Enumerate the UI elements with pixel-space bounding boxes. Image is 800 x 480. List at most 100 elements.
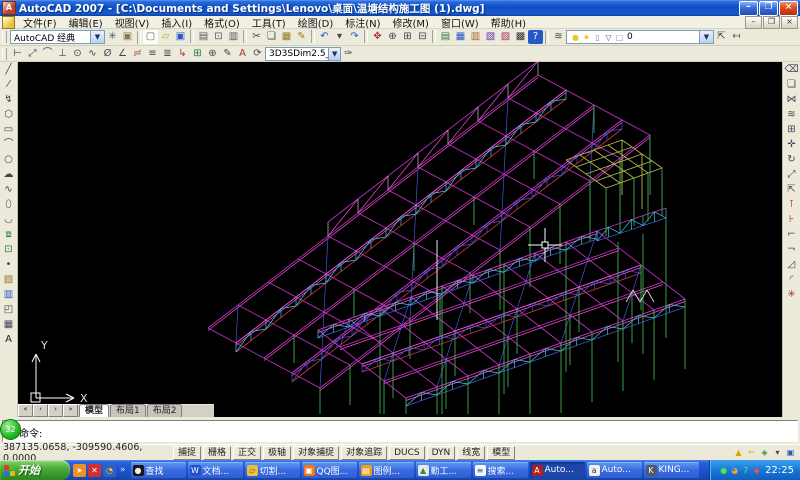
toolbar-grip[interactable]	[2, 31, 7, 43]
spline-icon[interactable]: ∿	[1, 182, 17, 197]
copy-icon[interactable]: ❏	[264, 30, 279, 44]
task-button-2[interactable]: ▱切割...	[245, 462, 300, 478]
new-icon[interactable]: ▢	[143, 30, 158, 44]
restore-button[interactable]: ❐	[759, 1, 778, 16]
insert-block-icon[interactable]: ⧈	[1, 227, 17, 242]
circle-icon[interactable]: ○	[1, 152, 17, 167]
next-tab-button[interactable]: ›	[48, 404, 63, 417]
linear-dimension-icon[interactable]: ⊢	[10, 47, 25, 61]
overlay-badge[interactable]: 32	[0, 419, 21, 440]
standards-notification-icon[interactable]: ▲	[732, 447, 745, 458]
prev-tab-button[interactable]: ‹	[33, 404, 48, 417]
workspace-save-icon[interactable]: ▣	[120, 30, 135, 44]
layer-freeze-sun-icon[interactable]: ☀	[581, 32, 592, 43]
ordinate-dimension-icon[interactable]: ⊥	[55, 47, 70, 61]
workspace-settings-icon[interactable]: ✳	[105, 30, 120, 44]
menu-item-9[interactable]: 窗口(W)	[435, 15, 485, 30]
sheet-set-manager-icon[interactable]: ▧	[483, 30, 498, 44]
revision-cloud-icon[interactable]: ☁	[1, 167, 17, 182]
task-button-6[interactable]: ≡搜索...	[473, 462, 528, 478]
mdi-minimize-button[interactable]: –	[745, 16, 762, 29]
status-toggle-3[interactable]: 极轴	[263, 446, 291, 460]
menu-item-4[interactable]: 格式(O)	[198, 15, 246, 30]
last-tab-button[interactable]: »	[63, 404, 78, 417]
quicklaunch-media-icon[interactable]: ✕	[88, 464, 101, 477]
menu-item-7[interactable]: 标注(N)	[339, 15, 386, 30]
layer-properties-manager-icon[interactable]: ≋	[551, 30, 566, 44]
layer-lock-icon[interactable]: ▯	[592, 32, 603, 43]
multiline-text-icon[interactable]: A	[1, 332, 17, 347]
angular-dimension-icon[interactable]: ∠	[115, 47, 130, 61]
layer-previous-icon[interactable]: ↤	[729, 30, 744, 44]
task-button-9[interactable]: KKING...	[644, 462, 699, 478]
task-button-8[interactable]: aAuto...	[587, 462, 642, 478]
explode-icon[interactable]: ✳	[784, 287, 800, 302]
copy-object-icon[interactable]: ❏	[784, 77, 800, 92]
table-icon[interactable]: ▦	[1, 317, 17, 332]
tab-1[interactable]: 布局1	[110, 404, 146, 417]
offset-icon[interactable]: ≋	[784, 107, 800, 122]
arc-length-dimension-icon[interactable]: ⌒	[40, 47, 55, 61]
chevron-down-icon[interactable]: ▼	[90, 31, 104, 43]
open-icon[interactable]: ▱	[158, 30, 173, 44]
jogged-dimension-icon[interactable]: ∿	[85, 47, 100, 61]
quicklaunch-downloader-icon[interactable]: ➤	[73, 464, 86, 477]
dim-style-combo[interactable]: 3D3SDim2.5_2X ▼	[265, 47, 341, 61]
communication-center-icon[interactable]: ◈	[758, 447, 771, 458]
quickcalc-icon[interactable]: ▩	[513, 30, 528, 44]
ellipse-arc-icon[interactable]: ◡	[1, 212, 17, 227]
menu-item-10[interactable]: 帮助(H)	[485, 15, 532, 30]
tray-arrow-icon[interactable]: ▾	[771, 447, 784, 458]
publish-icon[interactable]: ▥	[226, 30, 241, 44]
polyline-icon[interactable]: ↯	[1, 92, 17, 107]
break-at-point-icon[interactable]: ⌐	[784, 227, 800, 242]
menu-item-1[interactable]: 编辑(E)	[63, 15, 109, 30]
zoom-previous-icon[interactable]: ⊟	[415, 30, 430, 44]
point-icon[interactable]: •	[1, 257, 17, 272]
dimension-text-edit-icon[interactable]: A	[235, 47, 250, 61]
match-properties-icon[interactable]: ✎	[294, 30, 309, 44]
center-mark-icon[interactable]: ⊕	[205, 47, 220, 61]
radius-dimension-icon[interactable]: ⊙	[70, 47, 85, 61]
task-button-4[interactable]: ▤图例...	[359, 462, 414, 478]
chevron-down-icon[interactable]: ▼	[328, 48, 340, 60]
plot-icon[interactable]: ▤	[196, 30, 211, 44]
status-toggle-5[interactable]: 对象追踪	[341, 446, 387, 460]
make-object-layer-current-icon[interactable]: ⇱	[714, 30, 729, 44]
scale-icon[interactable]: ⤢	[784, 167, 800, 182]
array-icon[interactable]: ⊞	[784, 122, 800, 137]
markup-set-manager-icon[interactable]: ▨	[498, 30, 513, 44]
fillet-icon[interactable]: ◜	[784, 272, 800, 287]
mdi-restore-button[interactable]: ❐	[763, 16, 780, 29]
tray-av-icon[interactable]: ◆	[751, 465, 762, 476]
pan-realtime-icon[interactable]: ✥	[370, 30, 385, 44]
mirror-icon[interactable]: ⋈	[784, 92, 800, 107]
continue-dimension-icon[interactable]: ≣	[160, 47, 175, 61]
clean-screen-icon[interactable]: ▣	[784, 447, 797, 458]
diameter-dimension-icon[interactable]: Ø	[100, 47, 115, 61]
ellipse-icon[interactable]: ⬯	[1, 197, 17, 212]
paste-icon[interactable]: ▦	[279, 30, 294, 44]
workspace-combo[interactable]: AutoCAD 经典 ▼	[10, 30, 105, 44]
status-toggle-7[interactable]: DYN	[427, 446, 456, 460]
tolerance-icon[interactable]: ⊞	[190, 47, 205, 61]
start-button[interactable]: 开始	[0, 460, 70, 480]
task-button-7[interactable]: AAuto...	[530, 462, 585, 478]
dimension-edit-icon[interactable]: ✎	[220, 47, 235, 61]
quick-dimension-icon[interactable]: ≓	[130, 47, 145, 61]
status-toggle-8[interactable]: 线宽	[457, 446, 485, 460]
task-button-1[interactable]: W文档...	[188, 462, 243, 478]
tab-0[interactable]: 模型	[79, 404, 109, 417]
rotate-icon[interactable]: ↻	[784, 152, 800, 167]
layer-color-swatch-icon[interactable]: □	[614, 32, 625, 43]
make-block-icon[interactable]: ⊡	[1, 242, 17, 257]
tool-palettes-icon[interactable]: ▥	[468, 30, 483, 44]
cut-icon[interactable]: ✂	[249, 30, 264, 44]
extend-icon[interactable]: ⊦	[784, 212, 800, 227]
command-input[interactable]: 命令:	[2, 420, 798, 442]
properties-icon[interactable]: ▤	[438, 30, 453, 44]
gradient-icon[interactable]: ▥	[1, 287, 17, 302]
polygon-icon[interactable]: ⬡	[1, 107, 17, 122]
plot-preview-icon[interactable]: ⊡	[211, 30, 226, 44]
tray-pinyin-icon[interactable]: 7	[740, 465, 751, 476]
